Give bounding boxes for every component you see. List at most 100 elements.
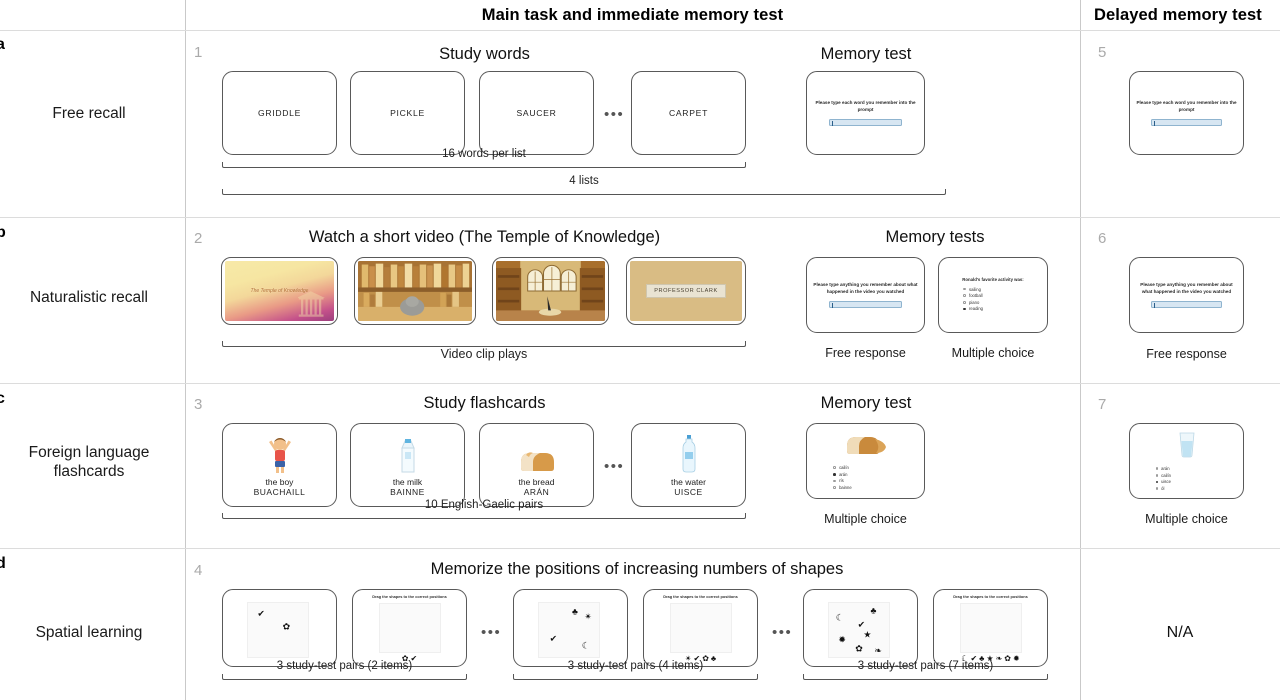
word-card[interactable]: GRIDDLE: [222, 71, 337, 155]
radio-icon[interactable]: [833, 466, 837, 469]
milk-carton-icon: [396, 434, 420, 474]
word-card[interactable]: SAUCER: [479, 71, 594, 155]
free-response-screen[interactable]: Please type anything you remember about …: [806, 257, 925, 333]
flashcard[interactable]: the bread ARÁN: [479, 423, 594, 507]
panel-title-memorize-positions: Memorize the positions of increasing num…: [430, 560, 844, 578]
flashcard-english: the water: [671, 476, 706, 487]
word-card[interactable]: PICKLE: [350, 71, 465, 155]
drag-instruction: Drag the shapes to the correct positions: [663, 594, 738, 599]
mc-option-row[interactable]: bainne: [821, 485, 910, 490]
spatial-canvas: ☾ ♣ ✔ ★ ✹ ✿ ❧: [828, 602, 890, 658]
multiple-choice-screen[interactable]: cailín arán rís bainne: [806, 423, 925, 499]
delayed-recall-input-field[interactable]: [1151, 118, 1222, 126]
radio-icon[interactable]: [833, 486, 837, 489]
spatial-study-screen[interactable]: ✔ ✿: [222, 589, 337, 667]
figure-panel: Main task and immediate memory test Dela…: [0, 0, 1280, 700]
bracket-words-per-list: [222, 162, 746, 168]
mc-option-label: piano: [969, 299, 980, 305]
spatial-drop-canvas[interactable]: [379, 603, 441, 653]
mc-option-row[interactable]: arán: [821, 472, 910, 477]
radio-icon[interactable]: [1155, 487, 1159, 490]
step-number-2: 2: [194, 230, 203, 247]
bracket-label-4-items: 3 study-test pairs (4 items): [567, 660, 704, 672]
radio-icon[interactable]: [1155, 473, 1159, 477]
radio-icon[interactable]: [963, 294, 967, 297]
panel-title-study-words: Study words: [439, 45, 530, 63]
mc-option-row[interactable]: uisce: [1144, 479, 1230, 484]
mc-option-label: cailín: [839, 465, 849, 471]
bracket-label-7-items: 3 study-test pairs (7 items): [857, 660, 994, 672]
mc-option-row[interactable]: piano: [952, 300, 1034, 305]
radio-icon-selected[interactable]: [963, 307, 967, 311]
bracket-pairs-4-items: [513, 674, 758, 680]
delayed-memory-screen[interactable]: Please type each word you remember into …: [1129, 71, 1244, 155]
mc-option-row[interactable]: sailing: [952, 287, 1034, 292]
row-letter-d: d: [0, 555, 6, 572]
radio-icon-selected[interactable]: [1155, 480, 1159, 484]
word-card[interactable]: CARPET: [631, 71, 746, 155]
step-number-4: 4: [194, 562, 203, 579]
multiple-choice-screen[interactable]: Ronald's favorite activity was: sailing …: [938, 257, 1048, 333]
radio-icon[interactable]: [963, 287, 967, 291]
ellipsis-spatial-1: •••: [481, 624, 502, 641]
spatial-study-screen[interactable]: ☾ ♣ ✔ ★ ✹ ✿ ❧: [803, 589, 918, 667]
mc-option-label: sailing: [969, 286, 981, 292]
sub-label-free-response: Free response: [825, 346, 906, 360]
mc-option-list: arán cailín uisce ól: [1144, 465, 1230, 493]
flashcard-english: the bread: [518, 476, 555, 487]
radio-icon[interactable]: [1155, 467, 1159, 470]
mc-option-row[interactable]: ól: [1144, 486, 1230, 491]
sub-label-delayed-multiple-choice: Multiple choice: [1145, 512, 1228, 526]
flashcard[interactable]: the boy BUACHAILL: [222, 423, 337, 507]
spatial-test-screen[interactable]: Drag the shapes to the correct positions…: [352, 589, 467, 667]
row-divider-a-b: [0, 217, 1280, 218]
shape-item: ✿: [282, 621, 291, 632]
free-response-input-field[interactable]: [829, 300, 902, 308]
bracket-label-4-lists: 4 lists: [569, 175, 599, 187]
header-divider: [0, 30, 1280, 31]
flashcard[interactable]: the milk BAINNE: [350, 423, 465, 507]
spatial-study-screen[interactable]: ♣ ✴ ✔ ☾: [513, 589, 628, 667]
row-title-free-recall: Free recall: [52, 105, 126, 122]
delayed-multiple-choice-screen[interactable]: arán cailín uisce ól: [1129, 423, 1244, 499]
radio-icon[interactable]: [963, 301, 967, 304]
mc-option-row[interactable]: reading: [952, 306, 1034, 311]
delayed-not-applicable: N/A: [1166, 624, 1194, 641]
mc-option-row[interactable]: arán: [1144, 466, 1230, 471]
delayed-free-response-screen[interactable]: Please type anything you remember about …: [1129, 257, 1244, 333]
video-thumbnail-shelves[interactable]: [354, 257, 476, 325]
delayed-free-response-input-field[interactable]: [1151, 300, 1222, 308]
recall-input-field[interactable]: [829, 118, 902, 126]
video-title-text: The Temple of Knowledge: [250, 287, 309, 294]
mc-option-row[interactable]: football: [952, 293, 1034, 298]
bracket-lists: [222, 189, 946, 195]
step-number-6: 6: [1098, 230, 1107, 247]
shape-item: ☾: [835, 612, 844, 623]
drag-instruction: Drag the shapes to the correct positions: [372, 594, 447, 599]
spatial-drop-canvas[interactable]: [670, 603, 732, 653]
spatial-drop-canvas[interactable]: [960, 603, 1022, 653]
mc-option-row[interactable]: cailín: [821, 465, 910, 470]
mc-option-label: ól: [1161, 485, 1165, 491]
header-delayed-memory: Delayed memory test: [1094, 6, 1262, 24]
video-thumbnail-windows[interactable]: [492, 257, 609, 325]
mc-option-label: arán: [839, 471, 848, 477]
memory-test-screen[interactable]: Please type each word you remember into …: [806, 71, 925, 155]
video-thumbnail-professor-card[interactable]: PROFESSOR CLARK: [626, 257, 746, 325]
delayed-prompt: Please type each word you remember into …: [1136, 100, 1237, 112]
radio-icon[interactable]: [833, 479, 837, 483]
spatial-test-screen[interactable]: Drag the shapes to the correct positions…: [643, 589, 758, 667]
sub-label-multiple-choice-b: Multiple choice: [951, 346, 1035, 360]
mc-option-row[interactable]: rís: [821, 478, 910, 483]
flashcard-english: the boy: [265, 476, 294, 487]
shape-item: ✔: [549, 633, 558, 644]
mc-option-row[interactable]: cailín: [1144, 473, 1230, 478]
mc-option-label: bainne: [839, 484, 852, 490]
flashcard-gaelic: ARÁN: [523, 486, 550, 497]
shape-item: ☾: [581, 640, 590, 651]
radio-icon-selected[interactable]: [833, 472, 837, 476]
row-letter-c: c: [0, 390, 5, 407]
spatial-test-screen[interactable]: Drag the shapes to the correct positions…: [933, 589, 1048, 667]
video-thumbnail-title-card[interactable]: The Temple of Knowledge: [221, 257, 338, 325]
flashcard[interactable]: the water UISCE: [631, 423, 746, 507]
